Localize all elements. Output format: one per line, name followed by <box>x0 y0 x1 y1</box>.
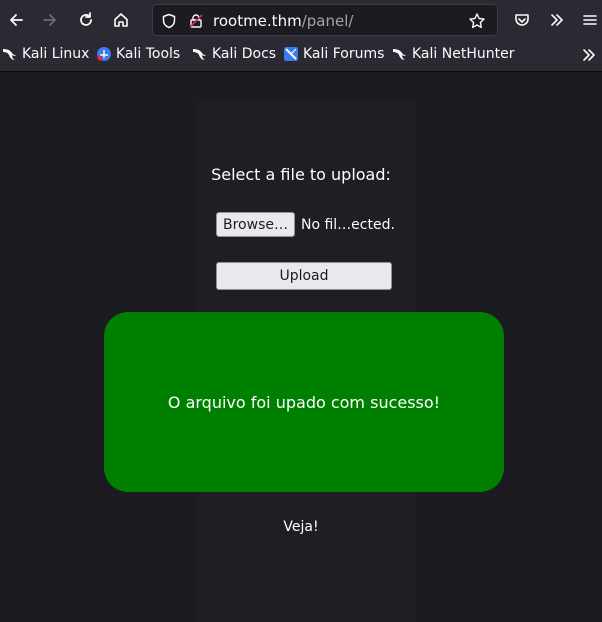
upload-title: Select a file to upload: <box>211 165 391 184</box>
bookmark-label: Kali NetHunter <box>412 46 515 62</box>
extensions-overflow-button[interactable] <box>543 6 571 34</box>
hamburger-menu-icon <box>583 15 597 25</box>
success-message-box: O arquivo foi upado com sucesso! <box>104 312 504 492</box>
veja-link[interactable]: Veja! <box>0 519 602 535</box>
url-path: /panel/ <box>301 12 354 30</box>
pocket-icon <box>515 14 529 26</box>
kali-dragon-icon <box>392 46 408 62</box>
tracking-protection-icon[interactable] <box>159 11 179 31</box>
upload-button[interactable]: Upload <box>216 262 392 290</box>
bookmark-label: Kali Forums <box>303 46 385 62</box>
bookmark-kali-docs[interactable]: Kali Docs <box>192 46 276 62</box>
kali-dragon-icon <box>192 46 208 62</box>
url-text[interactable]: rootme.thm/panel/ <box>213 12 353 30</box>
home-icon <box>114 13 128 27</box>
url-bar[interactable]: rootme.thm/panel/ <box>152 4 498 36</box>
bookmark-kali-forums[interactable]: Kali Forums <box>283 46 384 62</box>
back-arrow-icon <box>10 14 23 26</box>
bookmark-kali-linux[interactable]: Kali Linux <box>2 46 89 62</box>
back-button[interactable] <box>2 6 30 34</box>
insecure-lock-icon[interactable] <box>186 11 206 31</box>
file-status: No fil…ected. <box>300 216 395 233</box>
pocket-button[interactable] <box>508 6 536 34</box>
bookmark-label: Kali Docs <box>212 46 277 62</box>
browse-button[interactable]: Browse… <box>216 212 295 237</box>
bookmark-star-icon[interactable] <box>467 11 487 31</box>
double-chevron-right-icon <box>583 49 595 61</box>
bookmarks-toolbar: Kali Linux Kali Tools Kali Docs Kali For… <box>0 42 602 70</box>
bookmarks-overflow-button[interactable] <box>580 46 598 64</box>
browser-chrome: rootme.thm/panel/ Kali Linux Kali Tools … <box>0 0 602 72</box>
success-message: O arquivo foi upado com sucesso! <box>167 392 441 412</box>
bookmark-kali-nethunter[interactable]: Kali NetHunter <box>392 46 514 62</box>
reload-button[interactable] <box>72 6 100 34</box>
bookmark-label: Kali Tools <box>116 46 181 62</box>
bookmark-kali-tools[interactable]: Kali Tools <box>96 46 180 62</box>
menu-button[interactable] <box>576 6 602 34</box>
bookmark-label: Kali Linux <box>22 46 90 62</box>
page-content: Select a file to upload: Browse… No fil…… <box>0 72 602 622</box>
kali-forums-icon <box>283 46 299 62</box>
file-input[interactable]: Browse… No fil…ected. <box>216 212 395 237</box>
navigation-bar: rootme.thm/panel/ <box>0 0 602 40</box>
forward-arrow-icon <box>43 14 56 26</box>
forward-button[interactable] <box>36 6 64 34</box>
url-host: rootme.thm <box>213 12 302 30</box>
kali-dragon-icon <box>2 46 18 62</box>
kali-tools-icon <box>96 46 112 62</box>
double-chevron-right-icon <box>551 14 563 26</box>
reload-icon <box>80 12 92 26</box>
home-button[interactable] <box>107 6 135 34</box>
